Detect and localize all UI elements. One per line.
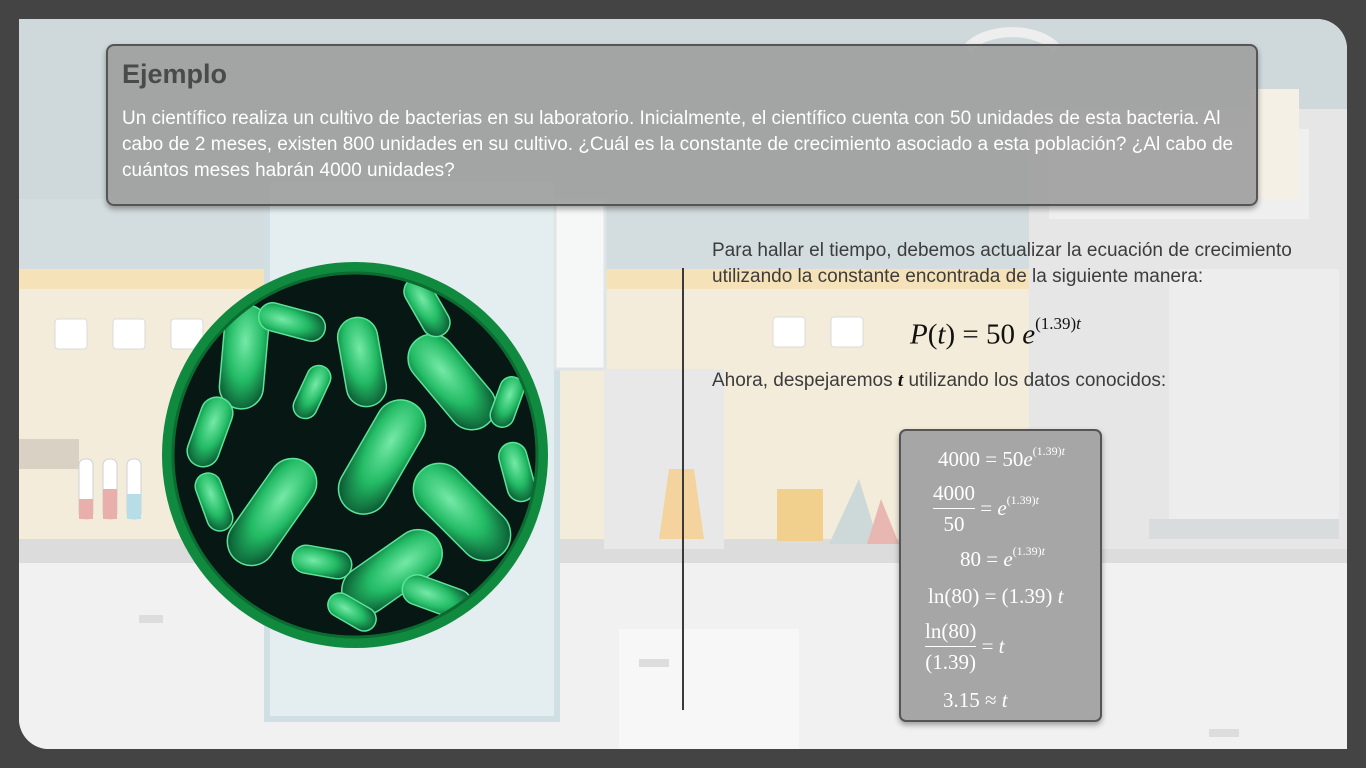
step-5-equation: ln(80) (1.39) = t [925, 619, 1005, 674]
explanation-paragraph-1: Para hallar el tiempo, debemos actualiza… [712, 240, 1292, 287]
example-card: Ejemplo Un científico realiza un cultivo… [106, 44, 1258, 206]
step-4-equation: ln(80) = (1.39) t [928, 584, 1064, 608]
solution-steps-box: 4000 = 50e(1.39)t 4000 50 = e(1.39)t 80 … [899, 429, 1102, 722]
bacteria-illustration [162, 262, 548, 648]
example-title: Ejemplo [122, 59, 228, 89]
step-2-equation: 4000 50 = e(1.39)t [933, 481, 1040, 536]
step-3-equation: 80 = e(1.39)t [960, 544, 1046, 571]
step-1-equation: 4000 = 50e(1.39)t [938, 444, 1066, 471]
growth-equation: P(t) = 50 e(1.39)t [910, 314, 1081, 351]
explanation-paragraph-2: Ahora, despejaremos t utilizando los dat… [712, 370, 1167, 391]
step-6-result: 3.15 ≈ t [943, 688, 1008, 712]
vertical-divider [682, 268, 684, 710]
example-problem-text: Un científico realiza un cultivo de bact… [122, 108, 1234, 181]
